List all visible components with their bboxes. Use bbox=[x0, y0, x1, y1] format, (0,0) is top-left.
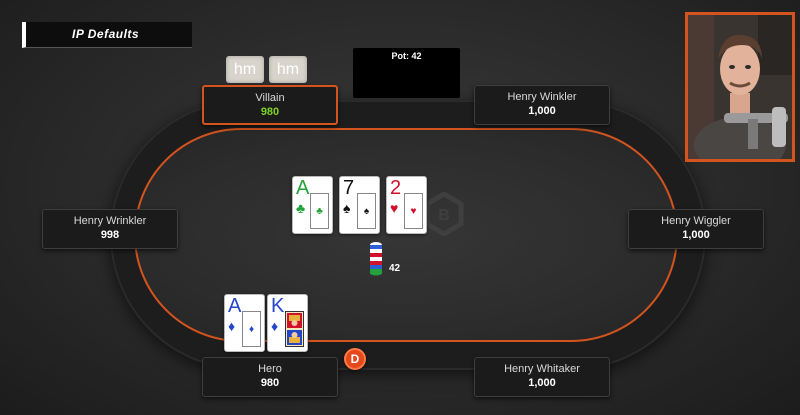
hero-card-ace-diamonds: A ♦ ♦ bbox=[224, 294, 265, 352]
board-card-ace-clubs: A ♣ ♣ bbox=[292, 176, 333, 234]
seat-name: Villain bbox=[255, 92, 285, 104]
seat-henry-wrinkler[interactable]: Henry Wrinkler 998 bbox=[42, 209, 178, 249]
hm-note-badge[interactable]: hm bbox=[269, 56, 307, 83]
seat-stack: 980 bbox=[260, 106, 280, 118]
svg-text:B: B bbox=[438, 207, 450, 224]
club-icon: ♣ bbox=[310, 193, 329, 229]
spade-icon: ♠ bbox=[343, 200, 351, 216]
card-rank: A bbox=[296, 177, 310, 199]
banner-title: IP Defaults bbox=[72, 27, 140, 41]
table-logo-icon: B bbox=[424, 192, 464, 236]
card-rank: K bbox=[271, 295, 285, 317]
seat-henry-whitaker[interactable]: Henry Whitaker 1,000 bbox=[474, 357, 610, 397]
board-card-two-hearts: 2 ♥ ♥ bbox=[386, 176, 427, 234]
seat-stack: 998 bbox=[100, 229, 120, 241]
webcam-overlay bbox=[685, 12, 795, 162]
seat-hero[interactable]: Hero 980 bbox=[202, 357, 338, 397]
chip-stack-icon bbox=[370, 242, 382, 276]
poker-table bbox=[110, 100, 706, 370]
spade-icon: ♠ bbox=[357, 193, 376, 229]
heart-icon: ♥ bbox=[390, 200, 399, 216]
pot-label: Pot: 42 bbox=[391, 51, 422, 61]
seat-henry-winkler[interactable]: Henry Winkler 1,000 bbox=[474, 85, 610, 125]
table-felt bbox=[134, 128, 678, 342]
pot-amount: 42 bbox=[389, 263, 401, 274]
heart-icon: ♥ bbox=[404, 193, 423, 229]
card-rank: 2 bbox=[390, 177, 402, 199]
seat-henry-wiggler[interactable]: Henry Wiggler 1,000 bbox=[628, 209, 764, 249]
diamond-icon: ♦ bbox=[271, 318, 279, 334]
diamond-icon: ♦ bbox=[228, 318, 236, 334]
king-portrait-icon bbox=[285, 311, 304, 347]
hm-note-badge[interactable]: hm bbox=[226, 56, 264, 83]
seat-name: Henry Whitaker bbox=[504, 363, 580, 375]
streamer-video-image bbox=[688, 15, 792, 159]
seat-stack: 1,000 bbox=[682, 229, 710, 241]
seat-villain[interactable]: Villain 980 bbox=[202, 85, 338, 125]
hero-card-king-diamonds: K ♦ bbox=[267, 294, 308, 352]
seat-stack: 1,000 bbox=[528, 105, 556, 117]
seat-name: Henry Wrinkler bbox=[73, 215, 147, 227]
seat-stack: 1,000 bbox=[528, 377, 556, 389]
title-banner: IP Defaults bbox=[22, 22, 192, 48]
board-card-seven-spades: 7 ♠ ♠ bbox=[339, 176, 380, 234]
seat-stack: 980 bbox=[260, 377, 280, 389]
pot-display: Pot: 42 bbox=[353, 48, 460, 98]
club-icon: ♣ bbox=[296, 200, 306, 216]
seat-name: Hero bbox=[258, 363, 282, 375]
diamond-icon: ♦ bbox=[242, 311, 261, 347]
dealer-button: D bbox=[344, 348, 366, 370]
card-rank: A bbox=[228, 295, 242, 317]
seat-name: Henry Winkler bbox=[507, 91, 577, 103]
seat-name: Henry Wiggler bbox=[661, 215, 731, 227]
card-rank: 7 bbox=[343, 177, 355, 199]
